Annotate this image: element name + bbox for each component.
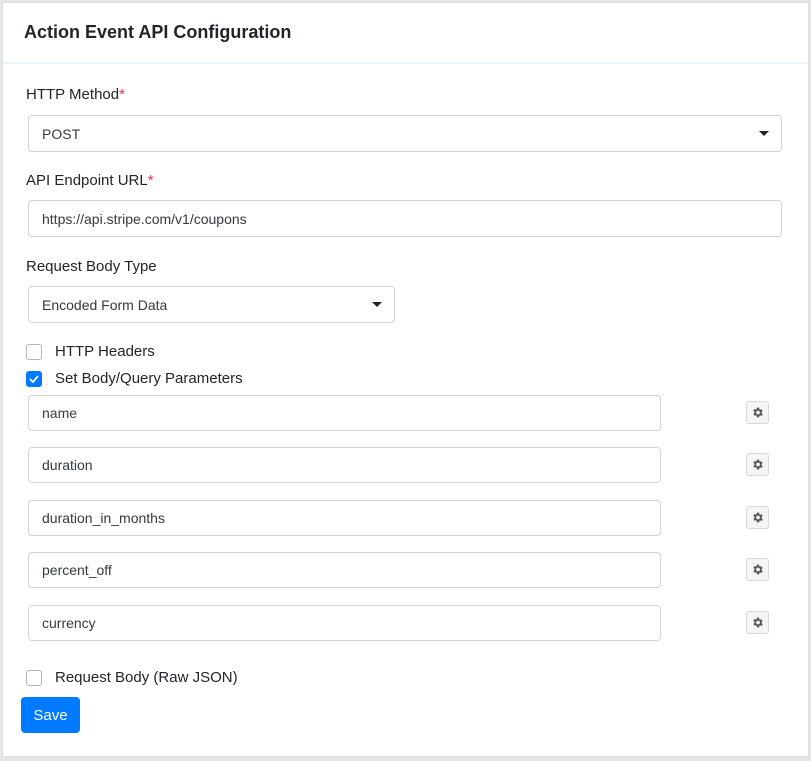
http-headers-label: HTTP Headers bbox=[55, 343, 155, 360]
param-settings-button[interactable] bbox=[746, 611, 769, 634]
param-settings-button[interactable] bbox=[746, 453, 769, 476]
http-method-label: HTTP Method* bbox=[26, 86, 125, 103]
chevron-down-icon bbox=[372, 302, 382, 307]
raw-json-label: Request Body (Raw JSON) bbox=[55, 669, 238, 686]
param-value: currency bbox=[42, 615, 96, 631]
gear-icon bbox=[753, 512, 763, 523]
param-settings-button[interactable] bbox=[746, 401, 769, 424]
http-method-value: POST bbox=[42, 125, 81, 142]
http-method-label-text: HTTP Method bbox=[26, 86, 120, 103]
body-type-value: Encoded Form Data bbox=[42, 296, 168, 313]
gear-icon bbox=[753, 407, 763, 418]
param-value: duration_in_months bbox=[42, 510, 165, 526]
http-headers-checkbox[interactable] bbox=[26, 343, 42, 360]
save-button[interactable]: Save bbox=[21, 697, 80, 733]
endpoint-label-text: API Endpoint URL bbox=[26, 172, 148, 189]
http-headers-option[interactable]: HTTP Headers bbox=[26, 343, 155, 360]
param-settings-button[interactable] bbox=[746, 506, 769, 529]
endpoint-url-input[interactable]: https://api.stripe.com/v1/coupons bbox=[28, 200, 782, 237]
http-method-select[interactable]: POST bbox=[28, 115, 782, 152]
panel-header: Action Event API Configuration bbox=[3, 3, 808, 64]
set-body-params-checkbox[interactable] bbox=[26, 370, 42, 387]
gear-icon bbox=[753, 617, 763, 628]
param-input[interactable]: name bbox=[28, 395, 661, 431]
raw-json-checkbox[interactable] bbox=[26, 669, 42, 686]
page-title: Action Event API Configuration bbox=[24, 22, 292, 42]
checkmark-icon bbox=[29, 374, 39, 383]
endpoint-url-value: https://api.stripe.com/v1/coupons bbox=[42, 210, 247, 227]
endpoint-label: API Endpoint URL* bbox=[26, 172, 154, 189]
body-type-select[interactable]: Encoded Form Data bbox=[28, 286, 395, 323]
body-type-label: Request Body Type bbox=[26, 258, 157, 275]
param-input[interactable]: currency bbox=[28, 605, 661, 641]
param-value: percent_off bbox=[42, 562, 112, 578]
set-body-params-option[interactable]: Set Body/Query Parameters bbox=[26, 370, 243, 387]
gear-icon bbox=[753, 459, 763, 470]
param-input[interactable]: duration bbox=[28, 447, 661, 483]
raw-json-option[interactable]: Request Body (Raw JSON) bbox=[26, 669, 238, 686]
param-value: duration bbox=[42, 457, 93, 473]
gear-icon bbox=[753, 564, 763, 575]
required-mark: * bbox=[119, 86, 125, 103]
set-body-params-label: Set Body/Query Parameters bbox=[55, 370, 243, 387]
param-value: name bbox=[42, 405, 78, 421]
chevron-down-icon bbox=[759, 131, 769, 136]
param-input[interactable]: percent_off bbox=[28, 552, 661, 588]
param-settings-button[interactable] bbox=[746, 558, 769, 581]
required-mark: * bbox=[147, 172, 154, 189]
param-input[interactable]: duration_in_months bbox=[28, 500, 661, 536]
